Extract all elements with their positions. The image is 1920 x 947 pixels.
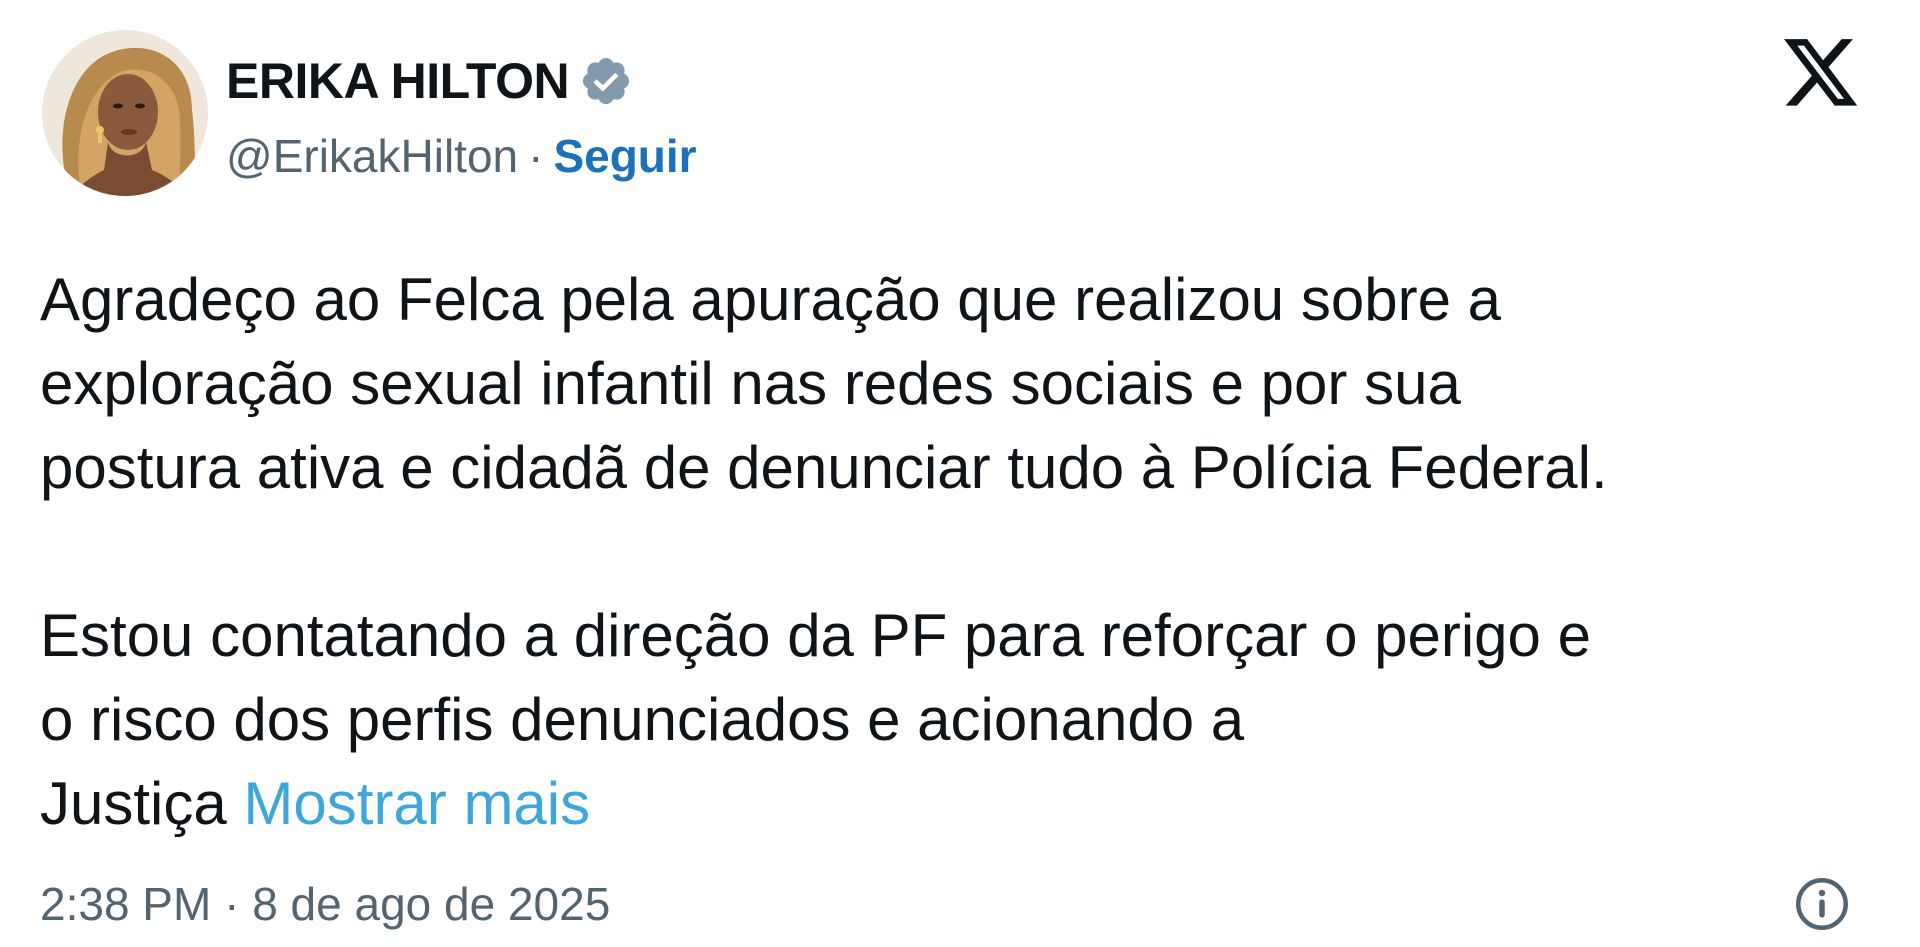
profile-avatar-icon	[42, 30, 208, 196]
tweet-timestamp[interactable]: 2:38 PM · 8 de ago de 2025	[40, 877, 610, 931]
separator-dot: ·	[528, 130, 544, 182]
tweet-paragraph-2: Estou contatando a direção da PF para re…	[40, 594, 1900, 846]
info-icon[interactable]	[1792, 874, 1852, 934]
author-handle[interactable]: @ErikakHilton	[226, 129, 518, 183]
author-name[interactable]: ERIKA HILTON	[226, 52, 570, 110]
verified-badge-icon	[579, 54, 633, 108]
author-name-row: ERIKA HILTON	[226, 50, 633, 112]
tweet-paragraph-1: Agradeço ao Felca pela apuração que real…	[40, 266, 1608, 501]
tweet-card: ERIKA HILTON @ErikakHilton · Seguir Agra…	[0, 0, 1920, 947]
show-more-link[interactable]: Mostrar mais	[243, 770, 590, 837]
x-logo-icon[interactable]	[1784, 38, 1860, 110]
tweet-footer: 2:38 PM · 8 de ago de 2025	[40, 874, 610, 934]
handle-row: @ErikakHilton · Seguir	[226, 126, 697, 186]
follow-button[interactable]: Seguir	[553, 129, 696, 183]
tweet-text: Agradeço ao Felca pela apuração que real…	[40, 258, 1900, 846]
avatar[interactable]	[42, 30, 208, 196]
